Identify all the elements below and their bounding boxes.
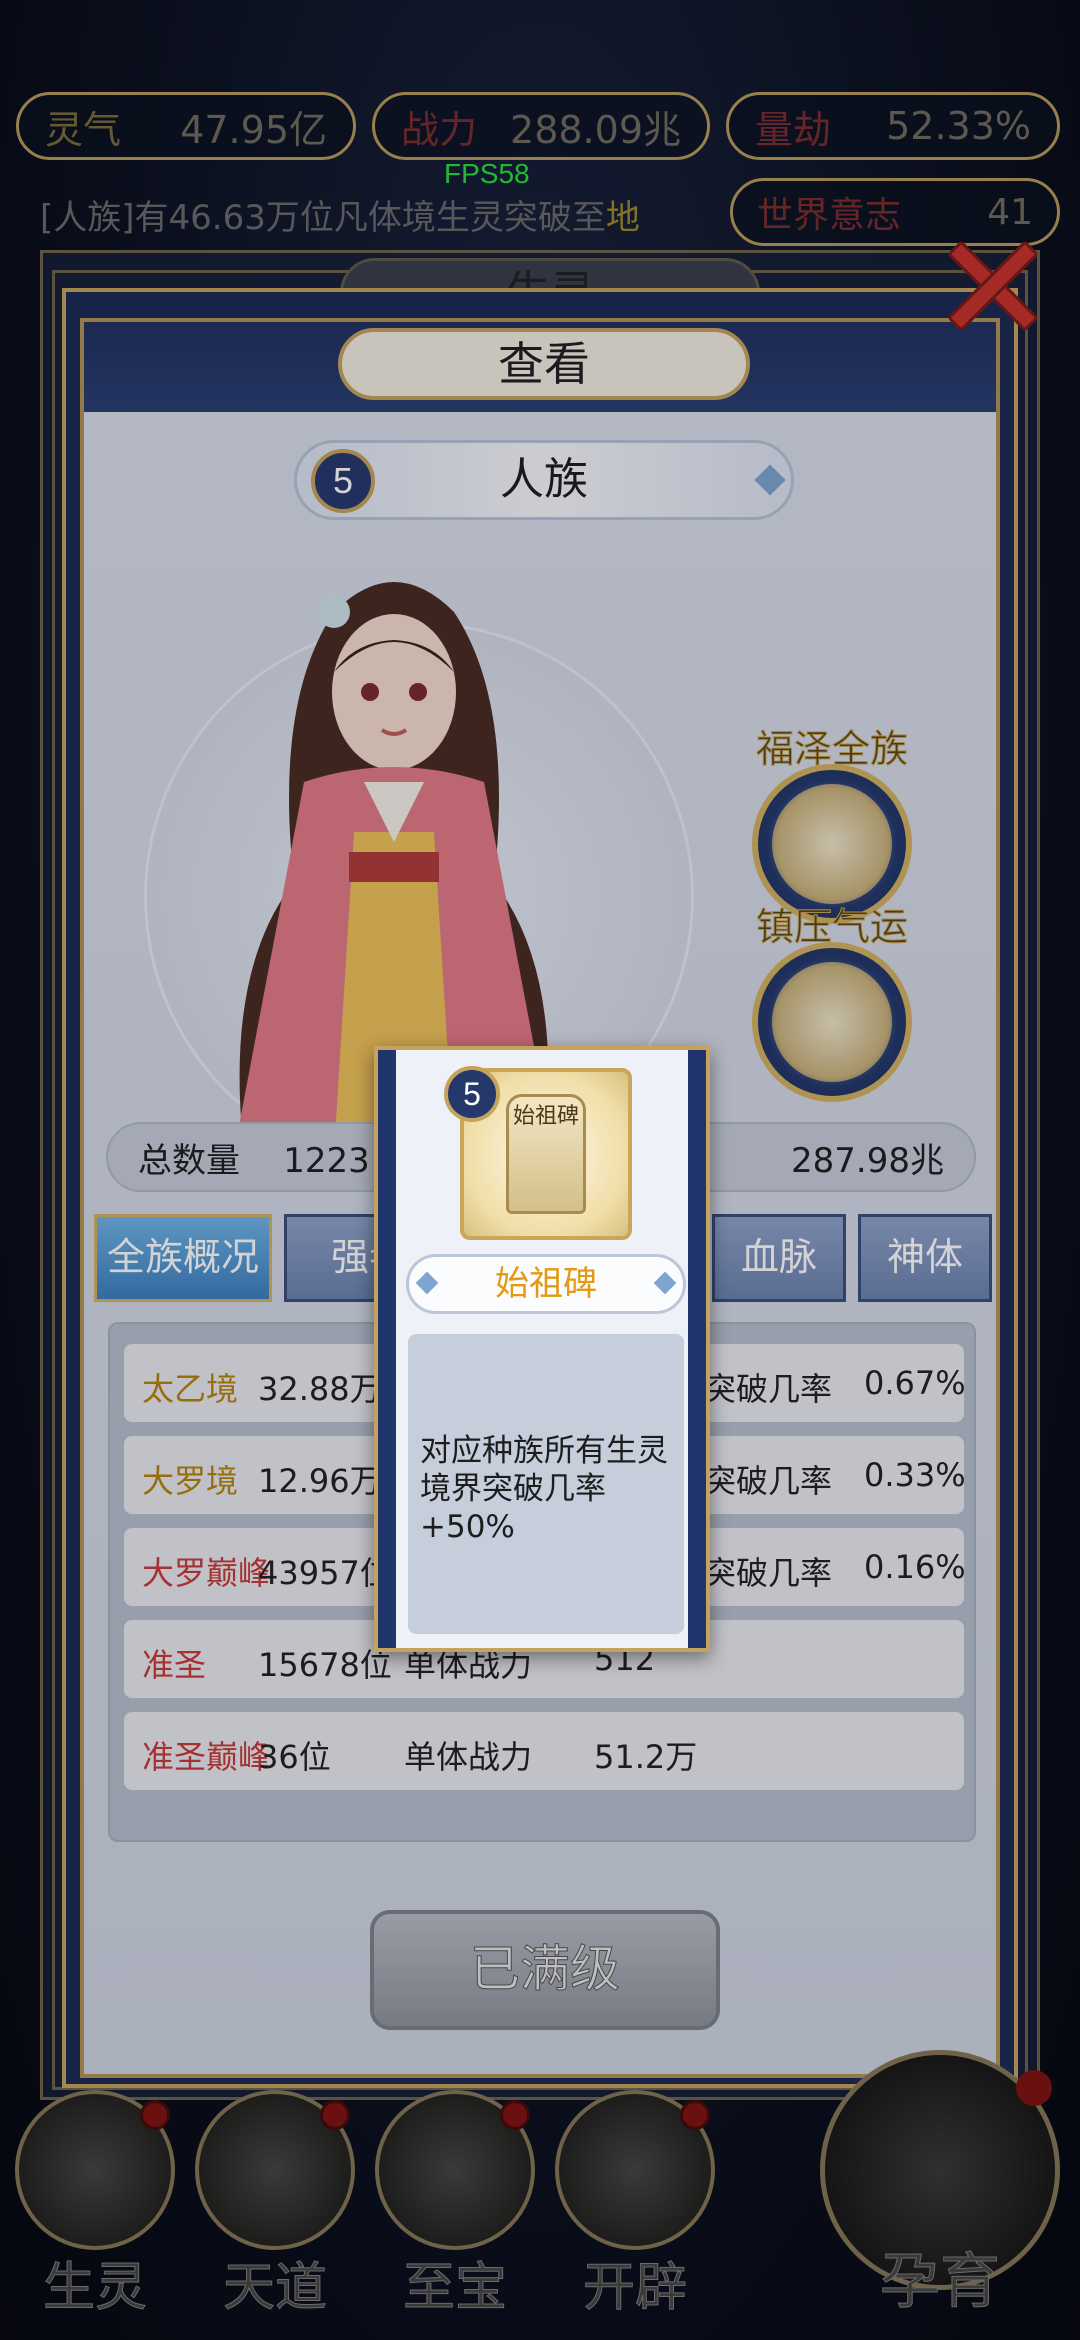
- item-description: 对应种族所有生灵境界突破几率+50%: [420, 1433, 668, 1545]
- total-value: 1223: [283, 1140, 370, 1181]
- nav-label: 至宝: [402, 2258, 507, 2319]
- nurture-label: 孕育: [880, 2247, 1001, 2318]
- total-count: 总数量 1223: [138, 1133, 370, 1182]
- news-ticker: [人族]有46.63万位凡体境生灵突破至地: [40, 190, 720, 239]
- notification-dot: [680, 2100, 710, 2130]
- power-label: 战力: [401, 107, 478, 152]
- rate-label: 突破几率: [704, 1554, 833, 1592]
- nav-creatures[interactable]: 生灵: [10, 2090, 180, 2320]
- popup-right-border: [688, 1050, 706, 1648]
- world-will-label: 世界意志: [757, 195, 902, 236]
- realm-name: 准圣: [142, 1646, 207, 1684]
- close-icon[interactable]: [938, 228, 1048, 338]
- item-level-badge: 5: [444, 1066, 500, 1122]
- notification-dot: [140, 2100, 170, 2130]
- nav-heaven-dao[interactable]: 天道: [190, 2090, 360, 2320]
- nav-label: 开辟: [582, 2258, 687, 2319]
- popup-left-border: [378, 1050, 396, 1648]
- item-description-box: 对应种族所有生灵境界突破几率+50%: [408, 1334, 684, 1634]
- power-value: 288.09兆: [510, 107, 681, 152]
- rate-value: 0.16%: [864, 1548, 966, 1586]
- chevron-left-icon: [415, 1271, 439, 1295]
- tab-overview[interactable]: 全族概况: [94, 1214, 272, 1302]
- power-resource: 战力 288.09兆: [372, 92, 710, 160]
- realm-count: 15678位: [258, 1646, 392, 1684]
- notification-dot: [1016, 2070, 1052, 2106]
- item-name-bar: 始祖碑: [406, 1254, 686, 1314]
- realm-name: 大罗境: [142, 1462, 239, 1500]
- total-power-value: 287.98兆: [791, 1140, 944, 1181]
- total-label: 总数量: [138, 1140, 240, 1181]
- calamity-value: 52.33%: [886, 104, 1031, 148]
- rate-value: 0.67%: [864, 1364, 966, 1402]
- nav-label: 天道: [222, 2258, 327, 2319]
- news-text: [人族]有46.63万位凡体境生灵突破至: [40, 198, 606, 238]
- ancestor-stele-icon: 始祖碑: [506, 1094, 586, 1214]
- attr-label: 单体战力: [404, 1738, 533, 1776]
- maxed-level-button[interactable]: 已满级: [370, 1910, 720, 2030]
- spirit-value: 47.95亿: [180, 107, 327, 152]
- chevron-right-icon: [653, 1271, 677, 1295]
- realm-name: 太乙境: [142, 1370, 239, 1408]
- spirit-resource: 灵气 47.95亿: [16, 92, 356, 160]
- nurture-button[interactable]: 孕育: [820, 2050, 1060, 2320]
- tab-divine-body[interactable]: 神体: [858, 1214, 992, 1302]
- realm-name: 大罗巅峰: [142, 1554, 271, 1592]
- attr-value: 51.2万: [594, 1738, 698, 1776]
- item-popup: 始祖碑 5 始祖碑 对应种族所有生灵境界突破几率+50%: [374, 1046, 710, 1652]
- realm-row: 准圣巅峰 36位 单体战力 51.2万: [124, 1712, 964, 1790]
- rate-value: 0.33%: [864, 1456, 966, 1494]
- fps-counter: FPS58: [444, 158, 530, 189]
- stele-icon[interactable]: [752, 942, 912, 1102]
- world-will-value: 41: [987, 191, 1033, 233]
- stele-inscription: 始祖碑: [512, 1104, 579, 1129]
- race-level-badge: 5: [311, 449, 375, 513]
- calamity-resource: 量劫 52.33%: [726, 92, 1060, 160]
- rate-label: 突破几率: [704, 1462, 833, 1500]
- race-selector[interactable]: 人族 5: [294, 440, 794, 520]
- nav-create-world[interactable]: 开辟: [550, 2090, 720, 2320]
- news-highlight: 地: [605, 198, 640, 238]
- notification-dot: [320, 2100, 350, 2130]
- nav-treasure[interactable]: 至宝: [370, 2090, 540, 2320]
- calamity-label: 量劫: [755, 107, 832, 152]
- realm-count: 43957位: [258, 1554, 392, 1592]
- realm-name: 准圣巅峰: [142, 1738, 271, 1776]
- tab-bloodline[interactable]: 血脉: [712, 1214, 846, 1302]
- bottom-navigation: 生灵 天道 至宝 开辟 孕育: [0, 2040, 1080, 2340]
- realm-count: 36位: [258, 1738, 331, 1776]
- spirit-label: 灵气: [45, 107, 122, 152]
- rate-label: 突破几率: [704, 1370, 833, 1408]
- nav-label: 生灵: [42, 2258, 147, 2319]
- item-name: 始祖碑: [495, 1264, 597, 1304]
- panel-title: 查看: [338, 328, 750, 400]
- notification-dot: [500, 2100, 530, 2130]
